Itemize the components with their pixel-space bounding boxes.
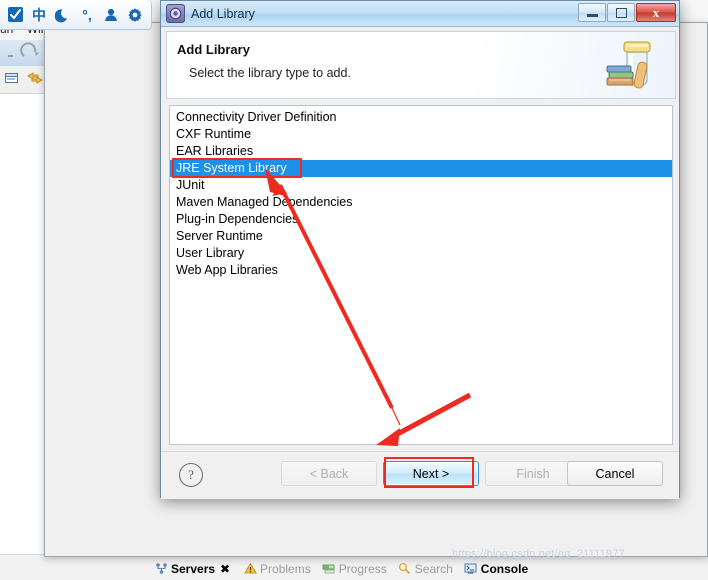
window-controls[interactable]: x xyxy=(578,3,676,22)
maximize-icon xyxy=(615,7,627,18)
tab-problems[interactable]: Problems xyxy=(239,562,315,576)
search-icon xyxy=(398,562,412,576)
list-item-server-runtime[interactable]: Server Runtime xyxy=(170,228,672,245)
list-item-jre-system-library[interactable]: JRE System Library xyxy=(170,160,672,177)
dialog-help-icon[interactable]: ? xyxy=(179,463,203,487)
close-button[interactable]: x xyxy=(636,3,676,22)
tab-label: Progress xyxy=(338,561,387,576)
editor-icon[interactable] xyxy=(4,70,20,89)
next-button[interactable]: Next > xyxy=(383,461,479,486)
moon-icon[interactable] xyxy=(52,4,74,26)
jar-books-icon xyxy=(603,36,665,94)
chinese-character-icon[interactable]: 中 xyxy=(28,4,50,26)
tab-servers[interactable]: Servers ✖ xyxy=(150,562,236,576)
back-button: < Back xyxy=(281,461,377,486)
dialog-title: Add Library xyxy=(191,6,255,21)
dialog-button-bar: ? < Back Next > Finish Cancel xyxy=(161,451,679,499)
tab-search[interactable]: Search xyxy=(394,562,457,576)
tab-label: Servers xyxy=(171,561,216,576)
punctuation-icon[interactable]: °, xyxy=(76,4,98,26)
list-item-junit[interactable]: JUnit xyxy=(170,177,672,194)
library-type-list[interactable]: Connectivity Driver Definition CXF Runti… xyxy=(169,105,673,445)
banner-heading: Add Library xyxy=(177,42,250,57)
banner-subtext: Select the library type to add. xyxy=(189,66,351,80)
tab-label: Problems xyxy=(260,561,311,576)
question-mark-icon: ? xyxy=(179,463,203,487)
add-library-icon xyxy=(166,4,185,23)
list-item-plug-in-dependencies[interactable]: Plug-in Dependencies xyxy=(170,211,672,228)
list-item-web-app-libraries[interactable]: Web App Libraries xyxy=(170,262,672,279)
close-icon[interactable]: ✖ xyxy=(218,562,232,576)
check-pen-icon[interactable] xyxy=(4,4,26,26)
ime-toolbar[interactable]: 中 °, xyxy=(0,0,152,30)
person-icon[interactable] xyxy=(100,4,122,26)
gear-icon[interactable] xyxy=(124,4,146,26)
toggle-navigation-icon[interactable] xyxy=(26,70,44,89)
progress-icon xyxy=(322,562,336,576)
tab-progress[interactable]: Progress xyxy=(318,562,391,576)
list-item-maven-managed-dependencies[interactable]: Maven Managed Dependencies xyxy=(170,194,672,211)
list-item-user-library[interactable]: User Library xyxy=(170,245,672,262)
list-item-ear-libraries[interactable]: EAR Libraries xyxy=(170,143,672,160)
servers-icon xyxy=(154,562,168,576)
dialog-banner: Add Library Select the library type to a… xyxy=(166,31,676,99)
minimize-button[interactable] xyxy=(578,3,606,22)
list-item-connectivity-driver-definition[interactable]: Connectivity Driver Definition xyxy=(170,109,672,126)
problems-icon xyxy=(243,562,257,576)
maximize-button[interactable] xyxy=(607,3,635,22)
watermark-text: https://blog.csdn.net/qq_21111977 xyxy=(452,548,625,560)
add-library-dialog: Add Library x Add Library Select the lib… xyxy=(160,0,680,499)
tab-label: Search xyxy=(414,561,453,576)
minimize-icon xyxy=(586,14,598,17)
eclipse-editor-area xyxy=(0,94,44,554)
cancel-button[interactable]: Cancel xyxy=(567,461,663,486)
list-item-cxf-runtime[interactable]: CXF Runtime xyxy=(170,126,672,143)
dialog-title-bar[interactable]: Add Library x xyxy=(161,1,679,27)
